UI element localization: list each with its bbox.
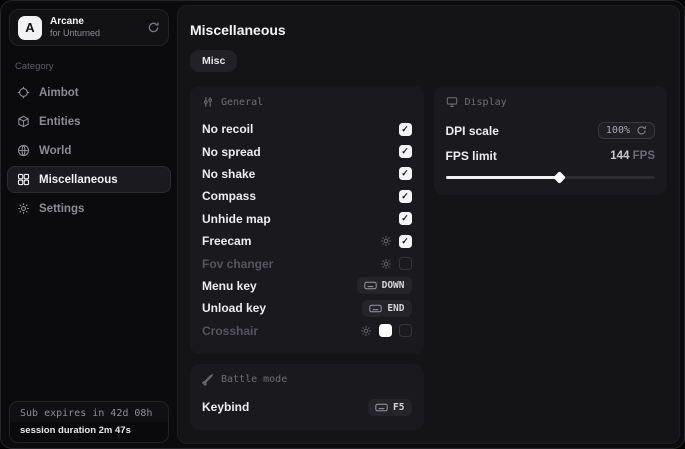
no-recoil-label: No recoil bbox=[202, 122, 253, 136]
fps-limit-row: FPS limit 144 FPS bbox=[446, 143, 656, 168]
refresh-icon[interactable] bbox=[147, 21, 160, 34]
sidebar-item-label: Entities bbox=[39, 116, 81, 128]
fps-limit-slider[interactable] bbox=[446, 171, 656, 183]
keyboard-icon bbox=[375, 403, 388, 412]
slider-fill bbox=[446, 176, 559, 179]
keyboard-icon bbox=[364, 281, 377, 290]
session-duration-text: session duration 2m 47s bbox=[10, 422, 168, 442]
setting-row-no-shake: No shake ✓ bbox=[202, 163, 412, 185]
grid-icon bbox=[17, 173, 30, 186]
freecam-label: Freecam bbox=[202, 234, 251, 248]
sidebar-item-label: World bbox=[39, 145, 71, 157]
category-label: Category bbox=[15, 61, 163, 72]
app-window: A Arcane for Unturned Category Aimbot Ent… bbox=[0, 0, 685, 449]
app-logo: A bbox=[18, 16, 42, 40]
app-title: Arcane bbox=[50, 16, 100, 29]
entities-icon bbox=[17, 115, 30, 128]
monitor-icon bbox=[446, 96, 458, 108]
fps-limit-label: FPS limit bbox=[446, 149, 497, 163]
setting-row-no-recoil: No recoil ✓ bbox=[202, 118, 412, 140]
compass-checkbox[interactable]: ✓ bbox=[399, 190, 412, 203]
battle-keybind-row: Keybind F5 bbox=[202, 396, 412, 418]
fov-changer-checkbox[interactable] bbox=[399, 257, 412, 270]
main-content: Miscellaneous Misc General No recoil✓No … bbox=[177, 5, 680, 444]
dpi-scale-control[interactable]: 100% bbox=[598, 122, 655, 139]
keyboard-icon bbox=[369, 304, 382, 313]
unhide-map-checkbox[interactable]: ✓ bbox=[399, 212, 412, 225]
sidebar-nav: Aimbot Entities World Miscellaneous Settings bbox=[1, 79, 177, 222]
display-panel-title: Display bbox=[465, 97, 507, 108]
sidebar-item-aimbot[interactable]: Aimbot bbox=[7, 79, 171, 106]
crosshair-gear-icon[interactable] bbox=[360, 325, 372, 337]
crosshair-label: Crosshair bbox=[202, 324, 258, 338]
setting-row-menu-key: Menu key DOWN bbox=[202, 275, 412, 297]
general-rows: No recoil✓No spread✓No shake✓Compass✓Unh… bbox=[202, 118, 412, 342]
sidebar-item-label: Miscellaneous bbox=[39, 174, 118, 186]
brand-card: A Arcane for Unturned bbox=[9, 9, 169, 46]
setting-row-unhide-map: Unhide map ✓ bbox=[202, 208, 412, 230]
menu-key-value: DOWN bbox=[382, 280, 405, 291]
battle-keybind-button[interactable]: F5 bbox=[368, 399, 411, 416]
no-recoil-checkbox[interactable]: ✓ bbox=[399, 123, 412, 136]
dpi-scale-row: DPI scale 100% bbox=[446, 118, 656, 143]
general-panel: General No recoil✓No spread✓No shake✓Com… bbox=[190, 86, 424, 354]
no-spread-label: No spread bbox=[202, 145, 261, 159]
sliders-icon bbox=[202, 96, 214, 108]
page-title: Miscellaneous bbox=[190, 22, 667, 38]
sidebar-item-world[interactable]: World bbox=[7, 137, 171, 164]
unload-key-label: Unload key bbox=[202, 301, 266, 315]
sidebar-item-label: Aimbot bbox=[39, 87, 79, 99]
setting-row-fov-changer: Fov changer bbox=[202, 252, 412, 274]
fps-limit-value: 144 bbox=[610, 150, 629, 162]
gear-icon bbox=[17, 202, 30, 215]
app-subtitle: for Unturned bbox=[50, 28, 100, 39]
battle-mode-panel: Battle mode Keybind F5 bbox=[190, 364, 424, 430]
sidebar-item-label: Settings bbox=[39, 203, 84, 215]
tab-misc[interactable]: Misc bbox=[190, 50, 237, 72]
no-shake-checkbox[interactable]: ✓ bbox=[399, 167, 412, 180]
crosshair-checkbox[interactable] bbox=[399, 324, 412, 337]
slider-thumb[interactable] bbox=[553, 171, 566, 184]
display-panel: Display DPI scale 100% FPS limit 144 bbox=[434, 86, 668, 195]
unload-key-keybind-button[interactable]: END bbox=[362, 300, 411, 317]
unload-key-value: END bbox=[387, 303, 404, 314]
dpi-scale-value: 100% bbox=[606, 125, 630, 136]
unhide-map-label: Unhide map bbox=[202, 212, 271, 226]
sword-icon bbox=[202, 374, 214, 386]
globe-icon bbox=[17, 144, 30, 157]
refresh-icon[interactable] bbox=[636, 125, 647, 136]
battle-panel-title: Battle mode bbox=[221, 374, 287, 385]
crosshair-color-swatch[interactable] bbox=[379, 324, 392, 337]
sub-expiry-text: Sub expires in 42d 08h bbox=[10, 402, 168, 422]
sidebar-item-settings[interactable]: Settings bbox=[7, 195, 171, 222]
dpi-scale-label: DPI scale bbox=[446, 124, 499, 138]
sidebar-item-entities[interactable]: Entities bbox=[7, 108, 171, 135]
setting-row-no-spread: No spread ✓ bbox=[202, 140, 412, 162]
subscription-card: Sub expires in 42d 08h session duration … bbox=[9, 401, 169, 443]
battle-keybind-value: F5 bbox=[393, 402, 404, 413]
fov-changer-label: Fov changer bbox=[202, 257, 273, 271]
no-spread-checkbox[interactable]: ✓ bbox=[399, 145, 412, 158]
sidebar: A Arcane for Unturned Category Aimbot Ent… bbox=[1, 1, 177, 448]
menu-key-keybind-button[interactable]: DOWN bbox=[357, 277, 412, 294]
keybind-label: Keybind bbox=[202, 400, 249, 414]
setting-row-freecam: Freecam ✓ bbox=[202, 230, 412, 252]
sidebar-item-miscellaneous[interactable]: Miscellaneous bbox=[7, 166, 171, 193]
setting-row-compass: Compass ✓ bbox=[202, 185, 412, 207]
freecam-gear-icon[interactable] bbox=[380, 235, 392, 247]
fov-changer-gear-icon[interactable] bbox=[380, 258, 392, 270]
menu-key-label: Menu key bbox=[202, 279, 257, 293]
fps-limit-unit: FPS bbox=[633, 150, 655, 162]
crosshair-icon bbox=[17, 86, 30, 99]
setting-row-crosshair: Crosshair bbox=[202, 320, 412, 342]
compass-label: Compass bbox=[202, 189, 256, 203]
no-shake-label: No shake bbox=[202, 167, 255, 181]
freecam-checkbox[interactable]: ✓ bbox=[399, 235, 412, 248]
general-panel-title: General bbox=[221, 97, 263, 108]
setting-row-unload-key: Unload key END bbox=[202, 297, 412, 319]
